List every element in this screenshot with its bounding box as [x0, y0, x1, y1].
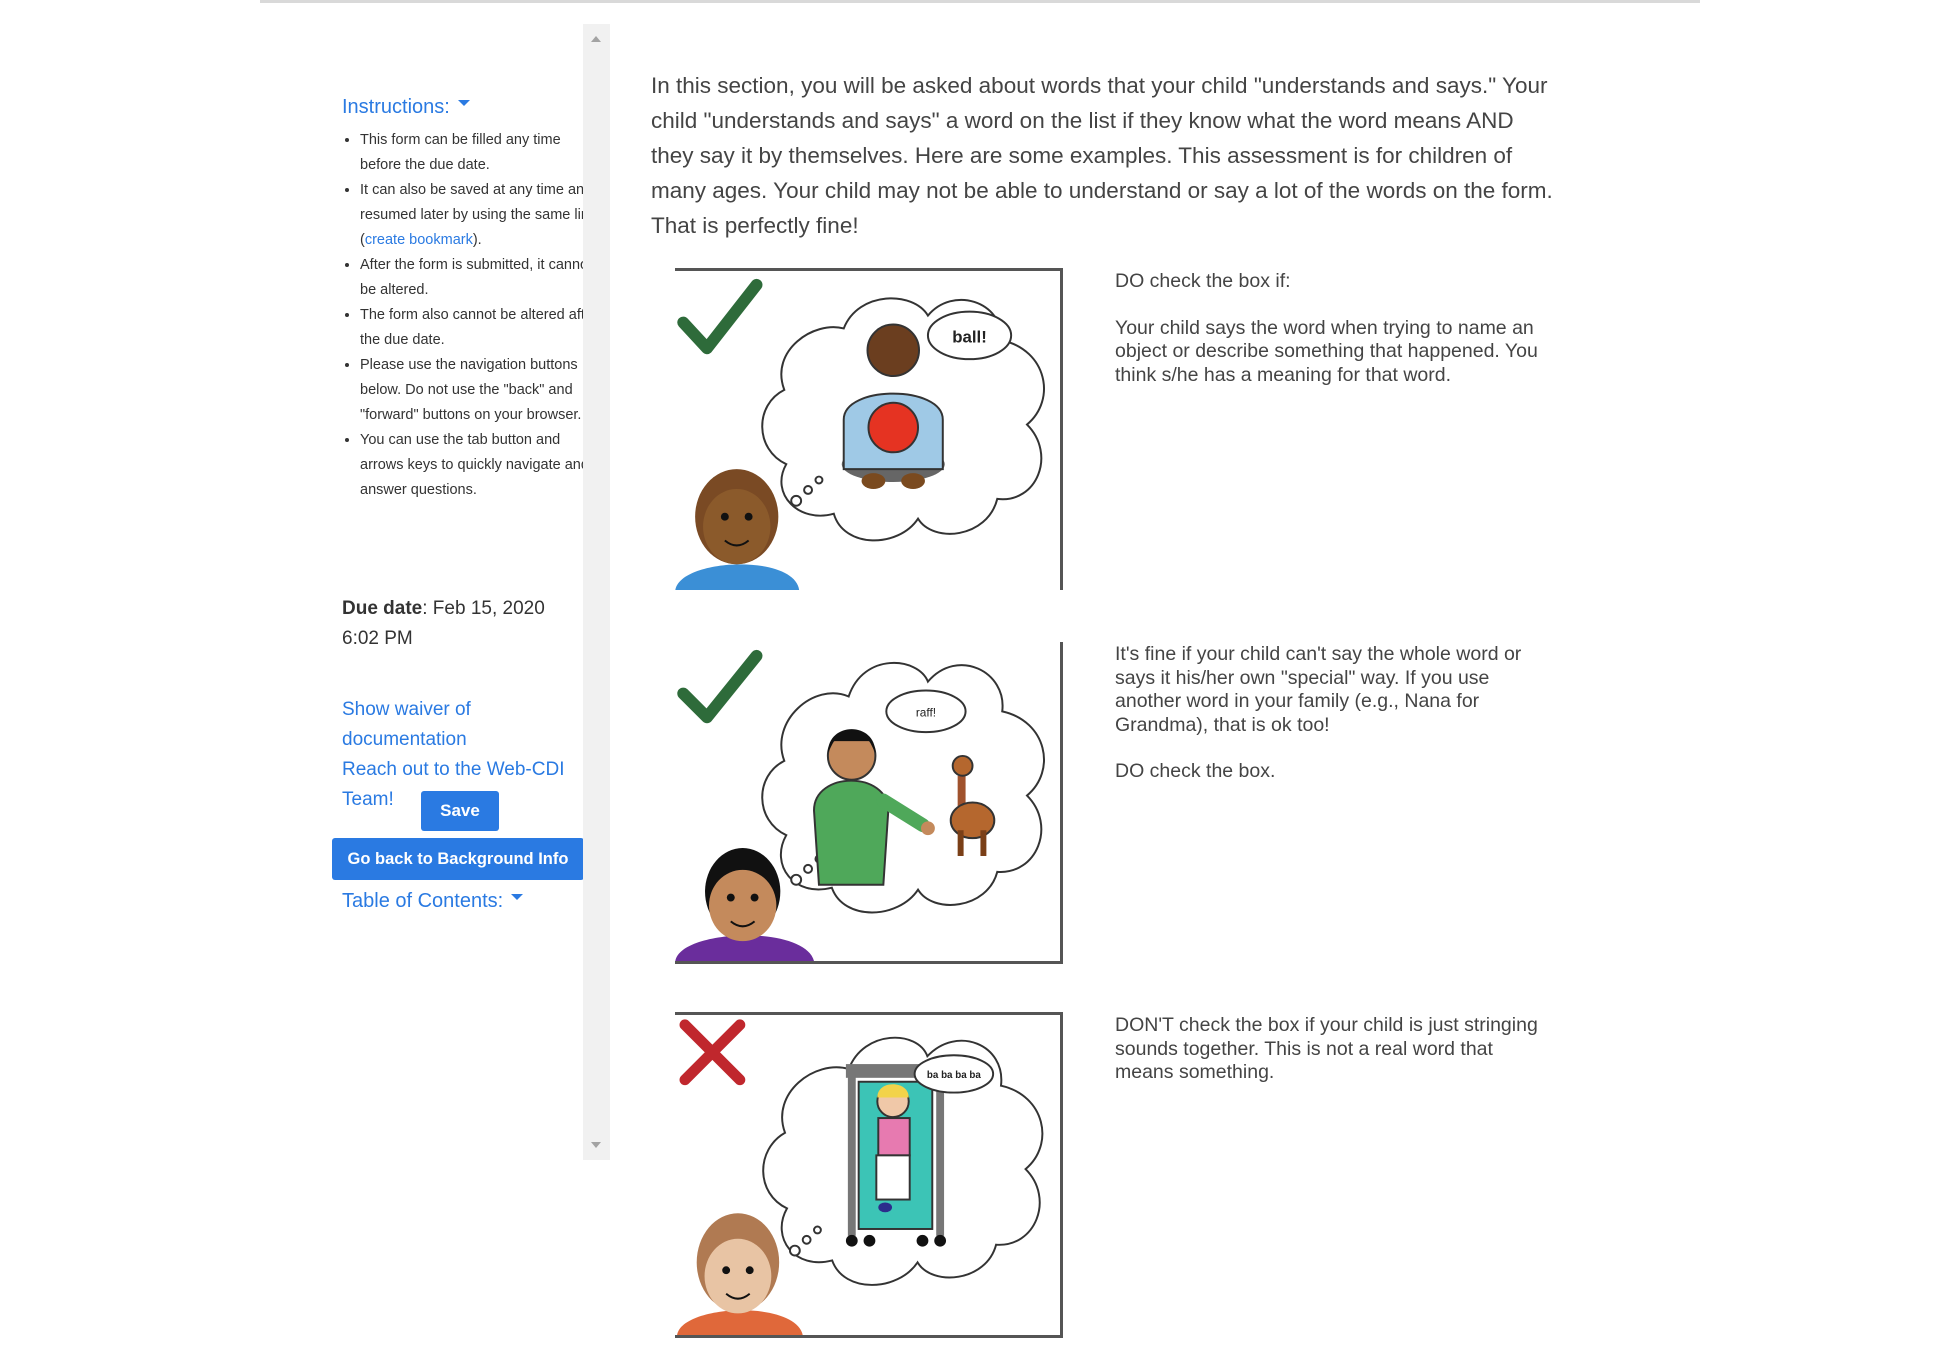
- sidebar-scrollbar[interactable]: [583, 24, 610, 1160]
- save-button[interactable]: Save: [421, 791, 499, 831]
- example-caption-1: DO check the box if: Your child says the…: [1115, 270, 1555, 410]
- child-figure: [875, 1084, 911, 1213]
- instructions-list: This form can be filled any time before …: [342, 128, 600, 503]
- table-of-contents-toggle[interactable]: Table of Contents:: [342, 890, 524, 913]
- instruction-item: After the form is submitted, it cannot b…: [360, 253, 600, 303]
- example-caption-3: DON'T check the box if your child is jus…: [1115, 1014, 1555, 1108]
- toc-label: Table of Contents:: [342, 890, 504, 912]
- checkmark-icon: [677, 649, 763, 724]
- instruction-text: ).: [472, 232, 482, 248]
- illustration: ba ba ba ba: [677, 1019, 1044, 1335]
- instructions-toggle[interactable]: Instructions:: [342, 96, 470, 119]
- intro-text: In this section, you will be asked about…: [651, 73, 1553, 238]
- example-illustration-1: ball!: [675, 268, 1063, 590]
- example-illustration-2: raff!: [675, 642, 1063, 964]
- illustration: ball!: [675, 278, 1045, 590]
- scroll-up-arrow-icon[interactable]: [591, 36, 601, 42]
- speech-text: ba ba ba ba: [927, 1070, 981, 1081]
- checkmark-icon: [677, 278, 763, 355]
- go-back-button[interactable]: Go back to Background Info: [332, 838, 584, 880]
- instruction-item: Please use the navigation buttons below.…: [360, 353, 600, 428]
- cross-icon: [679, 1019, 746, 1086]
- caption-line: DO check the box if:: [1115, 270, 1291, 292]
- show-waiver-link[interactable]: Show waiver of documentation: [342, 695, 582, 755]
- parent-figure: [675, 469, 800, 590]
- example-illustration-3: ba ba ba ba: [675, 1012, 1063, 1338]
- instruction-item: It can also be saved at any time and res…: [360, 178, 600, 253]
- speech-text: raff!: [916, 705, 936, 719]
- scroll-down-arrow-icon[interactable]: [591, 1142, 601, 1148]
- caret-down-icon: [457, 99, 470, 106]
- instruction-item: You can use the tab button and arrows ke…: [360, 428, 600, 503]
- caption-line: DON'T check the box if your child is jus…: [1115, 1014, 1538, 1083]
- top-divider: [260, 0, 1700, 3]
- caption-line: DO check the box.: [1115, 760, 1276, 782]
- instruction-item: This form can be filled any time before …: [360, 128, 600, 178]
- instruction-item: The form also cannot be altered after th…: [360, 303, 600, 353]
- speech-text: ball!: [952, 327, 987, 346]
- due-date: Due date: Feb 15, 2020 6:02 PM: [342, 594, 572, 654]
- caption-line: Your child says the word when trying to …: [1115, 316, 1538, 386]
- caption-line: It's fine if your child can't say the wh…: [1115, 643, 1522, 736]
- example-caption-2: It's fine if your child can't say the wh…: [1115, 643, 1555, 807]
- illustration: raff!: [675, 649, 1045, 961]
- create-bookmark-link[interactable]: create bookmark: [365, 232, 473, 248]
- instructions-label: Instructions:: [342, 96, 450, 118]
- caret-down-icon: [511, 893, 524, 900]
- due-date-label: Due date: [342, 598, 423, 619]
